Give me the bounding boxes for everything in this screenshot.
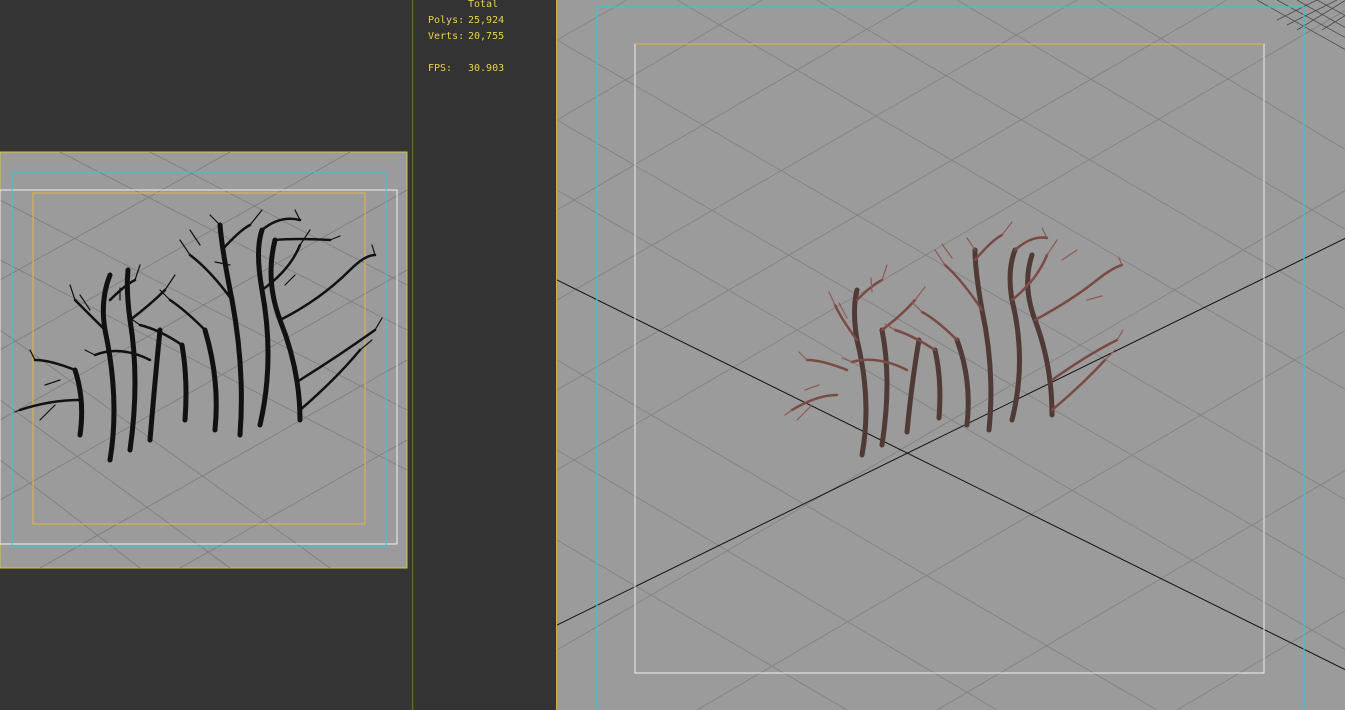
right-viewport-pane[interactable]	[556, 0, 1345, 710]
stats-fps-label: FPS:	[428, 63, 453, 74]
stats-polys-label: Polys:	[428, 15, 465, 26]
left-viewport[interactable]	[0, 151, 408, 569]
right-world-axes	[557, 237, 1345, 671]
right-safe-frame-white	[634, 43, 1265, 674]
left-viewport-canvas[interactable]	[0, 0, 412, 710]
right-viewport-canvas[interactable]	[557, 0, 1345, 710]
statistics-pane: Total Polys: 25,924 Verts: 20,755 FPS: 3…	[415, 0, 556, 710]
stats-verts-value: 20,755	[468, 31, 505, 42]
left-viewport-pane[interactable]	[0, 0, 412, 710]
stats-total-label: Total	[468, 0, 499, 10]
stats-verts-label: Verts:	[428, 31, 465, 42]
right-safe-frame-cyan	[596, 6, 1305, 710]
right-ground-grid	[557, 0, 1345, 710]
stats-polys-value: 25,924	[468, 15, 505, 26]
stats-fps-value: 30.903	[468, 63, 505, 74]
